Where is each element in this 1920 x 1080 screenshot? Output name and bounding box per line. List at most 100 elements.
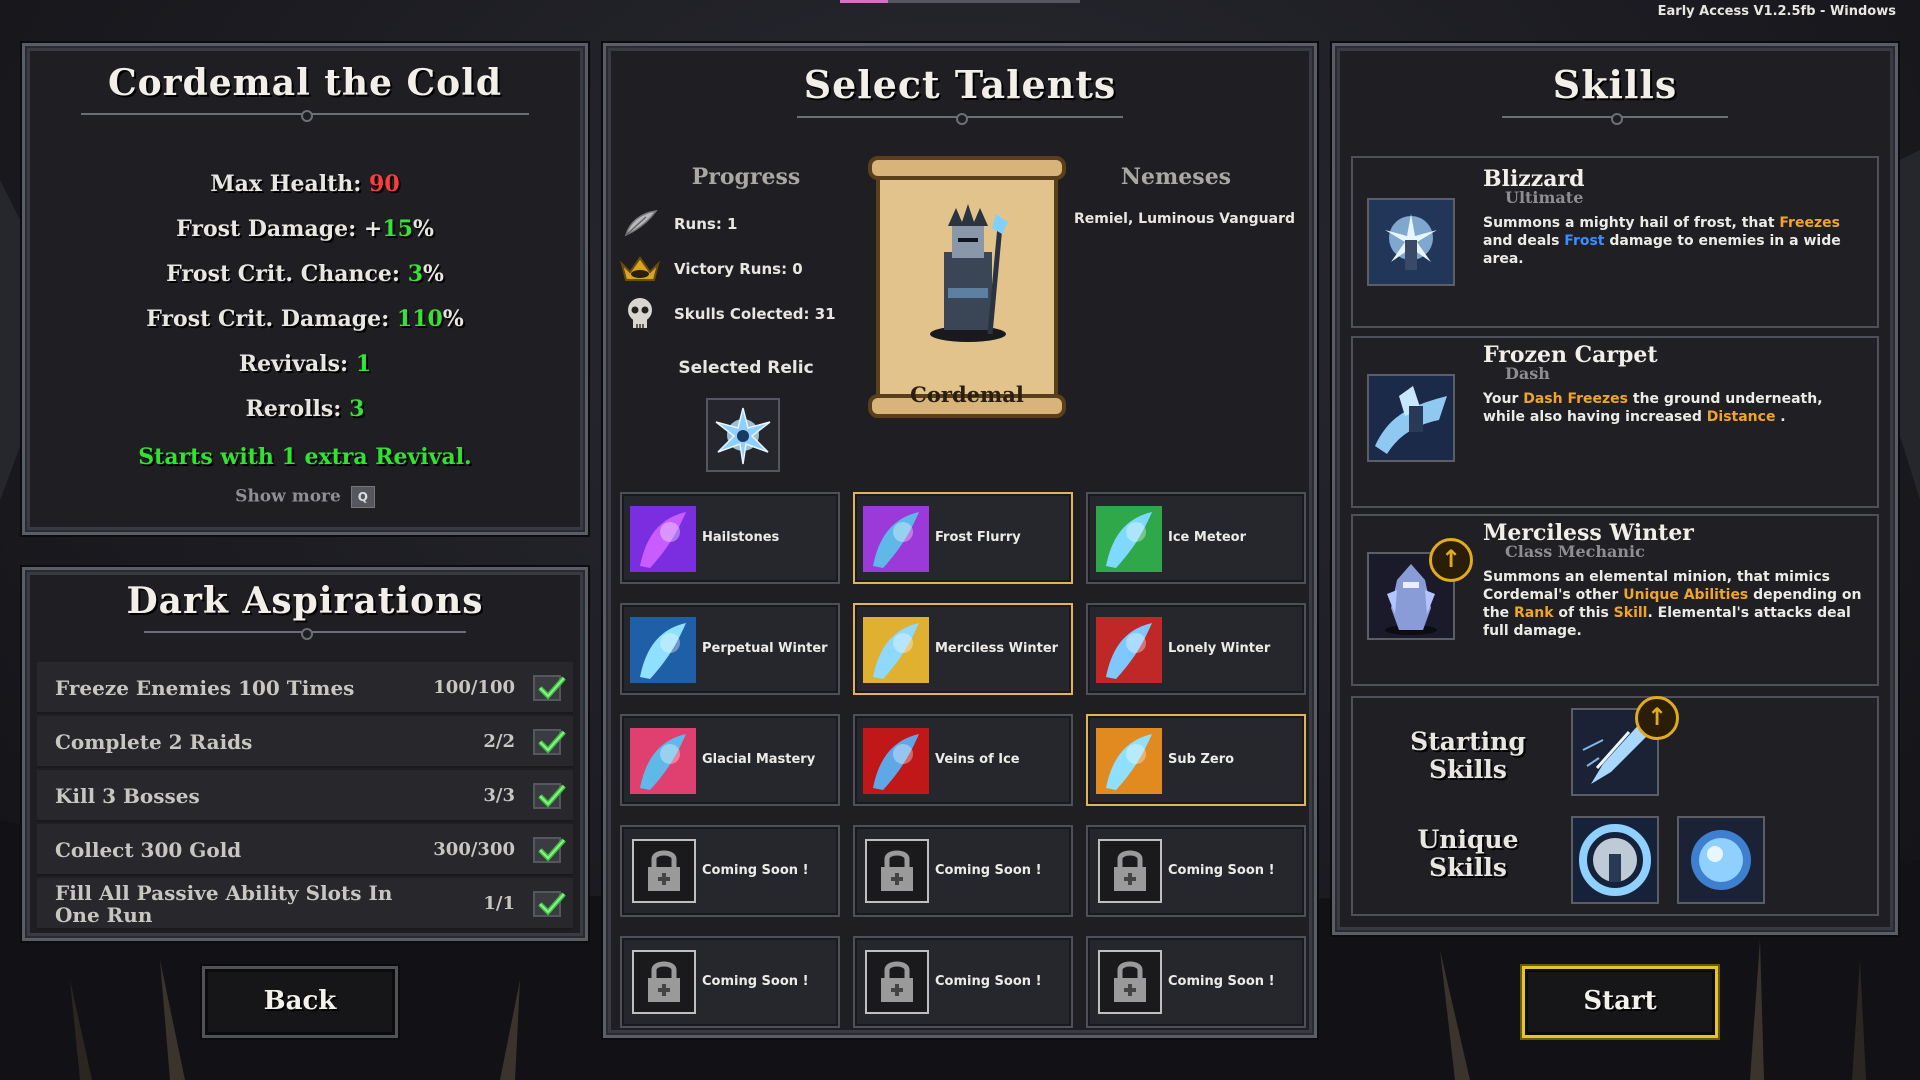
relic-icon (715, 407, 771, 465)
skills-title: Skills (1552, 62, 1678, 107)
talent-label: Coming Soon ! (702, 863, 809, 878)
talent-label: Sub Zero (1168, 752, 1235, 767)
merciless-winter-icon (863, 617, 929, 683)
talent-label: Ice Meteor (1168, 530, 1247, 545)
stat-frost-crit-chance: Frost Crit. Chance: 3% (166, 261, 444, 287)
title-divider (144, 628, 466, 640)
talent-label: Veins of Ice (935, 752, 1020, 767)
talent-ice-meteor[interactable]: Ice Meteor (1086, 492, 1306, 584)
aspiration-progress: 2/2 (483, 731, 515, 752)
aspiration-name: Collect 300 Gold (55, 838, 242, 862)
unique-skills-label: Unique Skills (1417, 825, 1519, 882)
hailstones-icon (630, 506, 696, 572)
talent-label: Hailstones (702, 530, 780, 545)
lock-icon (632, 950, 696, 1014)
talent-label: Coming Soon ! (702, 974, 809, 989)
talent-sub-zero[interactable]: Sub Zero (1086, 714, 1306, 806)
frost-nova-icon[interactable] (1571, 816, 1659, 904)
talent-merciless-winter[interactable]: Merciless Winter (853, 603, 1073, 695)
version-label: Early Access V1.2.5fb - Windows (1657, 4, 1896, 19)
frozen-carpet-icon (1367, 374, 1455, 462)
stat-max-health: Max Health: 90 (210, 171, 400, 197)
aspiration-row: Kill 3 Bosses 3/3 (37, 770, 573, 822)
skill-card-frozen-carpet[interactable]: Frozen Carpet Dash Your Dash Freezes the… (1351, 336, 1879, 508)
veins-of-ice-icon (863, 728, 929, 794)
back-button[interactable]: Back (202, 966, 398, 1038)
talent-label: Glacial Mastery (702, 752, 816, 767)
skills-panel: Skills Blizzard Ultimate Summons a might… (1332, 43, 1898, 935)
talent-coming-soon: Coming Soon ! (620, 936, 840, 1028)
talent-label: Merciless Winter (935, 641, 1059, 656)
aspiration-name: Kill 3 Bosses (55, 784, 200, 808)
talent-label: Coming Soon ! (935, 863, 1042, 878)
talent-coming-soon: Coming Soon ! (853, 825, 1073, 917)
aspiration-progress: 100/100 (433, 677, 515, 698)
talent-label: Coming Soon ! (935, 974, 1042, 989)
talents-panel: Select Talents Progress Nemeses Runs: 1 … (603, 43, 1317, 1038)
character-name: Cordemal the Cold (107, 62, 503, 104)
ice-orb-icon[interactable] (1677, 816, 1765, 904)
lock-icon (865, 950, 929, 1014)
relic-slot[interactable] (706, 398, 780, 472)
checkmark-icon (533, 675, 566, 701)
skill-description: Summons a mighty hail of frost, that Fre… (1483, 215, 1841, 267)
talent-label: Frost Flurry (935, 530, 1021, 545)
talent-label: Perpetual Winter (702, 641, 828, 656)
skill-description: Summons an elemental minion, that mimics… (1483, 569, 1862, 639)
character-panel: Cordemal the Cold Max Health: 90 Frost D… (22, 43, 588, 535)
progress-heading: Progress (691, 164, 801, 190)
talent-hailstones[interactable]: Hailstones (620, 492, 840, 584)
title-divider (81, 110, 529, 122)
sub-zero-icon (1096, 728, 1162, 794)
aspiration-name: Freeze Enemies 100 Times (55, 676, 355, 700)
nemeses-heading: Nemeses (1120, 164, 1232, 190)
skill-card-merciless-winter[interactable]: Merciless Winter Class Mechanic Summons … (1351, 514, 1879, 686)
talent-lonely-winter[interactable]: Lonely Winter (1086, 603, 1306, 695)
show-more-button[interactable]: Show more Q (25, 486, 585, 508)
selected-relic-label: Selected Relic (678, 358, 814, 378)
starting-skills-label: Starting Skills (1410, 727, 1526, 784)
checkmark-icon (533, 783, 566, 809)
aspiration-row: Freeze Enemies 100 Times 100/100 (37, 662, 573, 714)
talent-label: Coming Soon ! (1168, 974, 1275, 989)
lock-icon (1098, 950, 1162, 1014)
aspirations-panel: Dark Aspirations Freeze Enemies 100 Time… (22, 567, 588, 941)
skill-card-blizzard[interactable]: Blizzard Ultimate Summons a mighty hail … (1351, 156, 1879, 328)
checkmark-icon (533, 837, 566, 863)
blizzard-icon (1367, 198, 1455, 286)
skill-description: Your Dash Freezes the ground underneath,… (1483, 391, 1823, 425)
aspiration-progress: 3/3 (483, 785, 515, 806)
checkmark-icon (533, 729, 566, 755)
talent-veins-of-ice[interactable]: Veins of Ice (853, 714, 1073, 806)
top-tab-indicator (840, 0, 1080, 3)
aspiration-name: Fill All Passive Ability Slots In One Ru… (55, 881, 393, 927)
talent-coming-soon: Coming Soon ! (620, 825, 840, 917)
talent-coming-soon: Coming Soon ! (853, 936, 1073, 1028)
talent-perpetual-winter[interactable]: Perpetual Winter (620, 603, 840, 695)
aspirations-list: Freeze Enemies 100 Times 100/100 Complete … (37, 662, 573, 932)
portrait-name: Cordemal (910, 382, 1024, 407)
title-divider (1502, 113, 1728, 125)
aspiration-name: Complete 2 Raids (55, 730, 253, 754)
frost-flurry-icon (863, 506, 929, 572)
lonely-winter-icon (1096, 617, 1162, 683)
stats-list: Max Health: 90 Frost Damage: +15% Frost … (25, 162, 585, 432)
lock-icon (1098, 839, 1162, 903)
talent-glacial-mastery[interactable]: Glacial Mastery (620, 714, 840, 806)
ice-meteor-icon (1096, 506, 1162, 572)
q-key-icon: Q (350, 486, 375, 508)
start-button[interactable]: Start (1522, 966, 1718, 1038)
aspiration-row: Collect 300 Gold 300/300 (37, 824, 573, 876)
stat-rerolls: Rerolls: 3 (245, 396, 365, 422)
lock-icon (865, 839, 929, 903)
aspiration-row: Complete 2 Raids 2/2 (37, 716, 573, 768)
talents-title: Select Talents (803, 62, 1117, 107)
character-portrait-scroll: Cordemal (868, 156, 1066, 418)
talent-frost-flurry[interactable]: Frost Flurry (853, 492, 1073, 584)
nemesis-name: Remiel, Luminous Vanguard (1074, 211, 1296, 227)
stat-frost-crit-damage: Frost Crit. Damage: 110% (146, 306, 464, 332)
stat-revivals: Revivals: 1 (238, 351, 372, 377)
talent-coming-soon: Coming Soon ! (1086, 825, 1306, 917)
checkmark-icon (533, 891, 566, 917)
skull-icon (620, 296, 660, 332)
